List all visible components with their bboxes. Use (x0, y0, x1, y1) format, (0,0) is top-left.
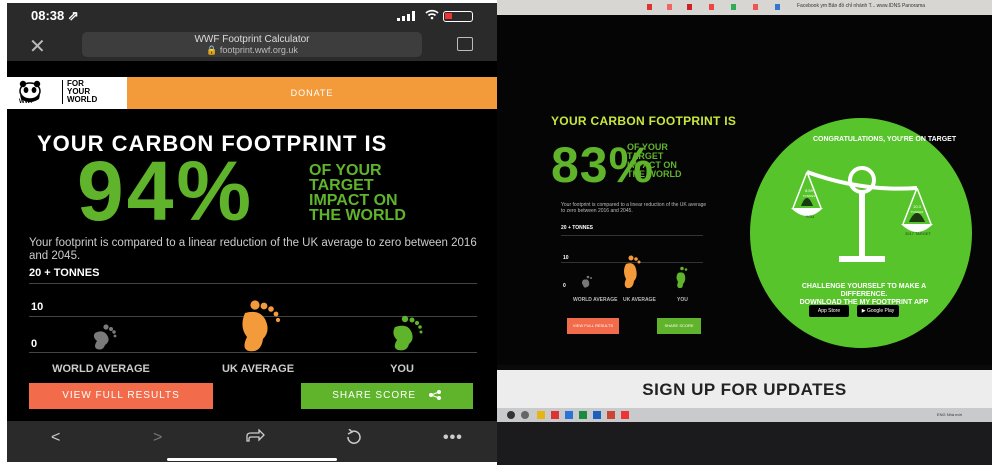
label-you: YOU (390, 363, 414, 375)
percent-caption: OF YOUR TARGET IMPACT ON THE WORLD (309, 162, 406, 224)
bookmark-favicon (667, 4, 672, 10)
footprint-percent: 94% (77, 144, 255, 238)
phone-screenshot: 08:38 ⇗ ✕ WWF Footprint Calculator 🔒 foo… (7, 3, 497, 462)
bookmark-favicon (753, 4, 758, 10)
app-icon[interactable] (565, 411, 573, 419)
back-icon[interactable]: < (51, 429, 60, 447)
axis-tick-0: 0 (31, 338, 38, 350)
bookmark-favicon (687, 4, 692, 10)
challenge-text: CHALLENGE YOURSELF TO MAKE A DIFFERENCE.… (789, 283, 939, 307)
search-icon[interactable] (521, 411, 529, 419)
lt-footprint-uk-icon (624, 255, 641, 289)
signup-banner[interactable]: SIGN UP FOR UPDATES (497, 370, 992, 410)
app-icon[interactable] (593, 411, 601, 419)
bookmarks-text: Facebook ym Bản đồ chỉ nhánh T... www.ID… (797, 3, 926, 9)
lt-percent-caption: OF YOUR TARGET IMPACT ON THE WORLD (627, 143, 682, 179)
tagline-line: WORLD (67, 95, 98, 104)
percent-caption-line: TARGET (309, 177, 374, 194)
page-title: WWF Footprint Calculator (194, 34, 310, 45)
wifi-icon (425, 9, 439, 21)
lt-footprint-world-icon (582, 275, 592, 288)
scale-left-unit: TONNES (802, 194, 816, 198)
signup-text: SIGN UP FOR UPDATES (642, 380, 847, 399)
browser-bar: ✕ WWF Footprint Calculator 🔒 footprint.w… (7, 29, 497, 61)
scale-left-value: 8.59 (805, 188, 813, 193)
app-store-button[interactable]: App Store (809, 305, 849, 317)
lt-axis-top-label: 20 + TONNES (561, 225, 594, 231)
app-icon[interactable] (551, 411, 559, 419)
home-indicator (167, 458, 337, 461)
scale-right-label: 2017 TARGET (905, 231, 931, 236)
lt-percent-caption-line: THE WORLD (627, 169, 682, 179)
start-icon[interactable] (507, 411, 515, 419)
congrats-text: CONGRATULATIONS, YOU'RE ON TARGET (813, 136, 957, 143)
lt-label-uk-average: UK AVERAGE (623, 297, 656, 303)
scale-left-label: YOU (805, 214, 815, 219)
app-icon[interactable] (607, 411, 615, 419)
reload-icon[interactable] (345, 428, 363, 450)
folder-icon[interactable] (537, 411, 545, 419)
donate-button[interactable]: DONATE (127, 77, 497, 109)
view-full-results-button[interactable]: VIEW FULL RESULTS (29, 383, 213, 409)
status-time: 08:38 ⇗ (31, 8, 79, 23)
label-uk-average: UK AVERAGE (221, 363, 295, 375)
share-score-label: SHARE SCORE (332, 390, 416, 401)
browser-nav-bar: < > ••• (7, 421, 497, 462)
bookmark-favicon (709, 4, 714, 10)
laptop-photo: Facebook ym Bản đồ chỉ nhánh T... www.ID… (497, 0, 992, 465)
lt-axis-tick-0: 0 (563, 283, 566, 289)
scale-right-unit: TONNES (910, 210, 924, 214)
percent-caption-line: IMPACT ON (309, 192, 398, 209)
footprint-you-icon (393, 315, 423, 351)
tagline: FOR YOUR WORLD (62, 80, 97, 104)
laptop-body (497, 422, 992, 465)
bookmarks-bar: Facebook ym Bản đồ chỉ nhánh T... www.ID… (497, 0, 992, 15)
close-icon[interactable]: ✕ (29, 34, 46, 59)
page-url: 🔒 footprint.wwf.org.uk (206, 45, 298, 55)
bookmark-favicon (775, 4, 780, 10)
percent-caption-line: THE WORLD (309, 207, 406, 224)
footprint-world-icon (93, 324, 117, 350)
bookmark-favicon (731, 4, 736, 10)
wwf-wordmark: WWF (19, 99, 34, 105)
challenge-line: CHALLENGE YOURSELF TO MAKE A DIFFERENCE. (801, 283, 927, 298)
google-play-button[interactable]: ▶ Google Play (857, 305, 899, 317)
label-world-average: WORLD AVERAGE (52, 363, 150, 375)
lt-gridline (561, 235, 703, 236)
lt-result-heading: YOUR CARBON FOOTPRINT IS (551, 114, 737, 128)
percent-caption-line: OF YOUR (309, 162, 382, 179)
gridline (29, 283, 477, 284)
lt-comparison-text: Your footprint is compared to a linear r… (561, 202, 707, 214)
lt-share-score-button[interactable]: SHARE SCORE (657, 318, 701, 334)
axis-top-label: 20 + TONNES (29, 267, 100, 279)
battery-icon (443, 11, 473, 22)
comparison-text: Your footprint is compared to a linear r… (29, 237, 477, 262)
signal-icon (397, 11, 417, 21)
system-tray: ENG Nhà mới (936, 412, 962, 417)
lt-footprint-you-icon (676, 266, 688, 289)
axis-tick-10: 10 (31, 301, 44, 313)
site-header: WWF FOR YOUR WORLD DONATE (7, 77, 497, 109)
forward-icon[interactable]: > (153, 429, 162, 447)
lt-label-world-average: WORLD AVERAGE (573, 297, 618, 303)
share-icon (428, 390, 441, 401)
lt-view-full-results-button[interactable]: VIEW FULL RESULTS (567, 318, 619, 334)
address-bar[interactable]: WWF Footprint Calculator 🔒 footprint.wwf… (82, 32, 422, 57)
app-icon[interactable] (579, 411, 587, 419)
scale-right-value: 10.3 (913, 204, 921, 209)
bookmark-favicon (647, 4, 652, 10)
status-bar: 08:38 ⇗ (7, 3, 497, 29)
share-page-icon[interactable] (245, 428, 265, 448)
more-icon[interactable]: ••• (443, 429, 463, 447)
taskbar: ENG Nhà mới (497, 408, 992, 422)
lt-label-you: YOU (677, 297, 688, 303)
bookmark-icon[interactable] (457, 37, 473, 51)
app-icon[interactable] (621, 411, 629, 419)
lt-axis-tick-10: 10 (563, 255, 569, 261)
footprint-uk-icon (242, 300, 281, 352)
share-score-button[interactable]: SHARE SCORE (301, 383, 473, 409)
wwf-logo[interactable]: WWF FOR YOUR WORLD (7, 77, 127, 109)
